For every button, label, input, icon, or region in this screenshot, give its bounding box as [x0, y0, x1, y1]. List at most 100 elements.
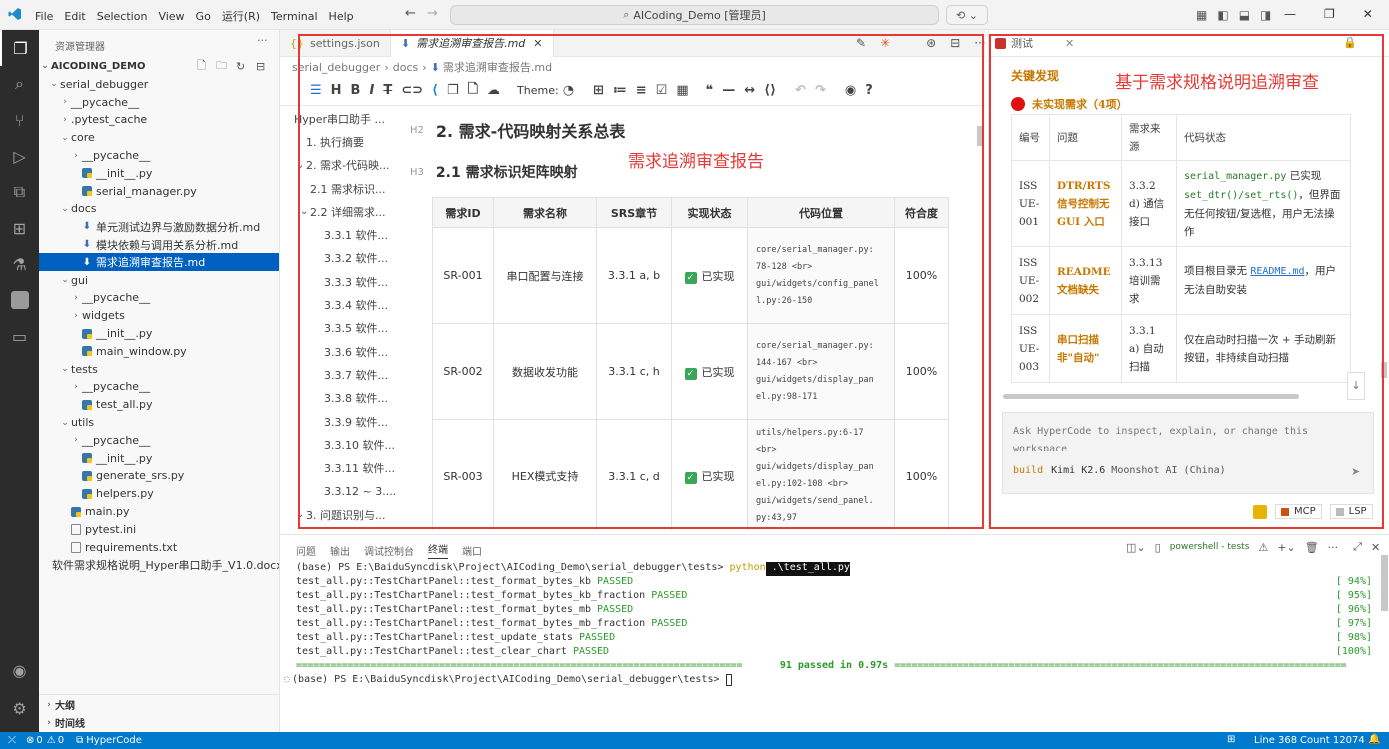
remote-explorer-icon[interactable]: ⧉ — [0, 174, 39, 210]
tree-file[interactable]: __init__.py — [39, 164, 279, 182]
tree-file[interactable]: serial_manager.py — [39, 182, 279, 200]
split-terminal-icon[interactable]: ◫⌄ — [1126, 541, 1146, 554]
tree-file[interactable]: ⬇ 需求追溯审查报告.md — [39, 253, 279, 272]
copilot-icon[interactable]: ⊞ — [1227, 734, 1235, 745]
maximize-panel-icon[interactable]: ⤢ — [1353, 540, 1362, 554]
outline-section[interactable]: › 大纲 — [43, 697, 75, 713]
chevron-right-icon: › — [63, 97, 67, 108]
tree-folder[interactable]: ⌄ tests — [39, 360, 279, 378]
more-actions-icon[interactable]: ··· — [257, 34, 268, 47]
command-center[interactable]: ⌕ AICoding_Demo [管理员] — [450, 5, 939, 25]
hypercode-status[interactable]: ⧉ HyperCode — [76, 735, 142, 746]
test-name: test_all.py::TestChartPanel::test_format… — [296, 618, 652, 629]
tree-file[interactable]: pytest.ini — [39, 520, 279, 538]
new-terminal-icon[interactable]: +⌄ — [1277, 541, 1295, 554]
tree-file[interactable]: 软件需求规格说明_Hyper串口助手_V1.0.docx — [39, 556, 279, 574]
terminal-output[interactable]: (base) PS E:\BaiduSyncdisk\Project\AICod… — [284, 562, 1376, 688]
toggle-sidebar-icon[interactable]: ◧ — [1217, 8, 1228, 22]
tree-folder[interactable]: › __pycache__ — [39, 378, 279, 396]
toggle-secondary-sidebar-icon[interactable]: ◨ — [1260, 8, 1271, 22]
terminal-more-icon[interactable]: ··· — [1328, 541, 1339, 554]
panel-tab-problems[interactable]: 问题 — [296, 543, 316, 558]
tree-file[interactable]: ⬇ 模块依赖与调用关系分析.md — [39, 236, 279, 254]
source-control-icon[interactable]: ⑂ — [0, 102, 39, 138]
chevron-down-icon: ⌄ — [61, 203, 69, 214]
terminal-scrollbar[interactable] — [1381, 555, 1388, 611]
menu-selection[interactable]: Selection — [97, 10, 148, 23]
word-count[interactable]: Count 12074 — [1300, 735, 1365, 746]
tree-item-label: core — [71, 131, 95, 145]
cursor-position[interactable]: Line 368 — [1254, 735, 1297, 746]
menu-run[interactable]: 运行(R) — [222, 8, 260, 24]
extensions-icon[interactable]: ⊞ — [0, 210, 39, 246]
chat-toggle-button[interactable]: ⟲ ⌄ — [946, 5, 988, 25]
tree-file[interactable]: __init__.py — [39, 449, 279, 467]
search-icon[interactable]: ⌕ — [0, 66, 39, 102]
menu-view[interactable]: View — [158, 10, 184, 23]
panel-tab-ports[interactable]: 端口 — [462, 543, 482, 558]
tree-file[interactable]: main.py — [39, 503, 279, 521]
chevron-down-icon: ⌄ — [61, 417, 69, 428]
settings-gear-icon[interactable]: ⚙ — [0, 690, 39, 726]
tree-file[interactable]: requirements.txt — [39, 538, 279, 556]
tree-item-label: __pycache__ — [82, 433, 151, 447]
panel-tab-output[interactable]: 输出 — [330, 543, 350, 558]
tree-folder[interactable]: › __pycache__ — [39, 147, 279, 165]
menu-help[interactable]: Help — [329, 10, 354, 23]
tree-file[interactable]: main_window.py — [39, 342, 279, 360]
restore-icon[interactable]: ❐ — [1324, 7, 1335, 21]
menu-terminal[interactable]: Terminal — [271, 10, 318, 23]
menu-file[interactable]: File — [35, 10, 53, 23]
workspace-root[interactable]: ⌄ AICODING_DEMO 🗋 🗀 ↻ ⊟ — [39, 57, 279, 75]
report-highlight-box — [298, 34, 984, 529]
tree-item-label: docs — [71, 202, 97, 216]
account-icon[interactable]: ◉ — [0, 652, 39, 688]
timeline-section[interactable]: › 时间线 — [43, 715, 85, 731]
explorer-icon[interactable]: ❐ — [0, 30, 39, 66]
python-file-icon — [82, 470, 92, 481]
forward-arrow-icon[interactable]: → — [427, 6, 438, 21]
toggle-panel-icon[interactable]: ⬓ — [1239, 8, 1250, 22]
tree-folder[interactable]: › .pytest_cache — [39, 111, 279, 129]
tree-file[interactable]: helpers.py — [39, 485, 279, 503]
run-debug-icon[interactable]: ▷ — [0, 138, 39, 174]
tree-file[interactable]: ⬇ 单元测试边界与激励数据分析.md — [39, 218, 279, 236]
menu-edit[interactable]: Edit — [64, 10, 85, 23]
tree-folder[interactable]: ⌄ gui — [39, 271, 279, 289]
tree-item-label: __init__.py — [96, 327, 153, 341]
tree-file[interactable]: generate_srs.py — [39, 467, 279, 485]
panel-icon[interactable]: ▭ — [0, 318, 39, 354]
close-icon[interactable]: ✕ — [1363, 7, 1373, 21]
close-panel-icon[interactable]: ✕ — [1371, 541, 1380, 554]
terminal-shell-label[interactable]: powershell - tests — [1170, 542, 1250, 552]
timeline-section-label: 时间线 — [55, 719, 85, 730]
new-folder-icon[interactable]: 🗀 — [216, 57, 227, 76]
minimize-icon[interactable]: — — [1284, 7, 1296, 21]
tree-folder[interactable]: ⌄ serial_debugger — [39, 76, 279, 94]
collapse-all-icon[interactable]: ⊟ — [256, 60, 265, 73]
tree-file[interactable]: test_all.py — [39, 396, 279, 414]
notifications-bell-icon[interactable]: 🔔 — [1368, 734, 1380, 745]
tree-folder[interactable]: ⌄ docs — [39, 200, 279, 218]
kill-terminal-icon[interactable]: 🗑 — [1305, 541, 1319, 554]
refresh-icon[interactable]: ↻ — [236, 60, 245, 73]
summary-text: 91 passed in 0.97s — [773, 660, 895, 671]
tree-folder[interactable]: ⌄ core — [39, 129, 279, 147]
testing-icon[interactable]: ⚗ — [0, 246, 39, 282]
problems-indicator[interactable]: ⊗ 0 ⚠ 0 — [26, 735, 64, 746]
hypercode-icon[interactable] — [0, 282, 39, 318]
tree-folder[interactable]: › __pycache__ — [39, 431, 279, 449]
tree-folder[interactable]: ⌄ utils — [39, 414, 279, 432]
test-result: PASSED — [651, 618, 688, 629]
tree-folder[interactable]: › widgets — [39, 307, 279, 325]
panel-tab-debug-console[interactable]: 调试控制台 — [364, 543, 414, 558]
tree-folder[interactable]: › __pycache__ — [39, 93, 279, 111]
back-arrow-icon[interactable]: ← — [405, 6, 416, 21]
menu-go[interactable]: Go — [196, 10, 211, 23]
layout-icon[interactable]: ▦ — [1196, 8, 1207, 22]
tree-folder[interactable]: › __pycache__ — [39, 289, 279, 307]
new-file-icon[interactable]: 🗋 — [197, 57, 206, 76]
remote-icon[interactable]: ⤫ — [8, 735, 16, 746]
panel-tab-terminal[interactable]: 终端 — [428, 541, 448, 559]
tree-file[interactable]: __init__.py — [39, 325, 279, 343]
